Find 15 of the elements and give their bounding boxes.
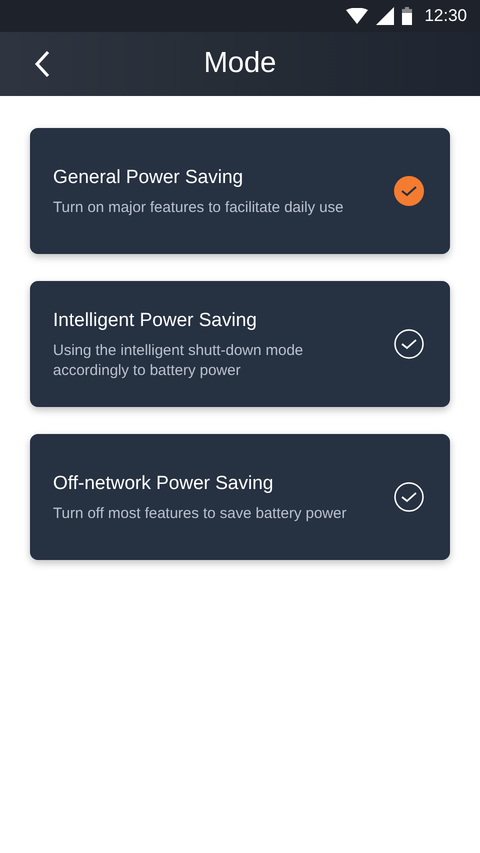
mode-description: Using the intelligent shutt-down mode accordingly to battery power [53,341,304,382]
wifi-icon [346,8,368,24]
page-title: Mode [204,46,276,82]
mode-card[interactable]: General Power Saving Turn on major features to facilitate daily use [30,128,450,254]
back-icon [34,50,50,78]
mode-title: General Power Saving [53,166,244,190]
mode-description: Turn off most features to save battery power [53,504,348,524]
mode-title: Off-network Power Saving [53,472,274,496]
mode-card[interactable]: Off-network Power Saving Turn off most features to save battery power [30,434,450,560]
status-time: 12:30 [424,5,467,28]
mode-title: Intelligent Power Saving [53,308,258,333]
signal-icon [376,7,394,25]
mode-description: Turn on major features to facilitate daily use [53,198,344,218]
battery-icon [402,7,412,25]
mode-card[interactable]: Intelligent Power Saving Using the intelligent shutt-down mode accordingly to battery power [30,281,450,407]
